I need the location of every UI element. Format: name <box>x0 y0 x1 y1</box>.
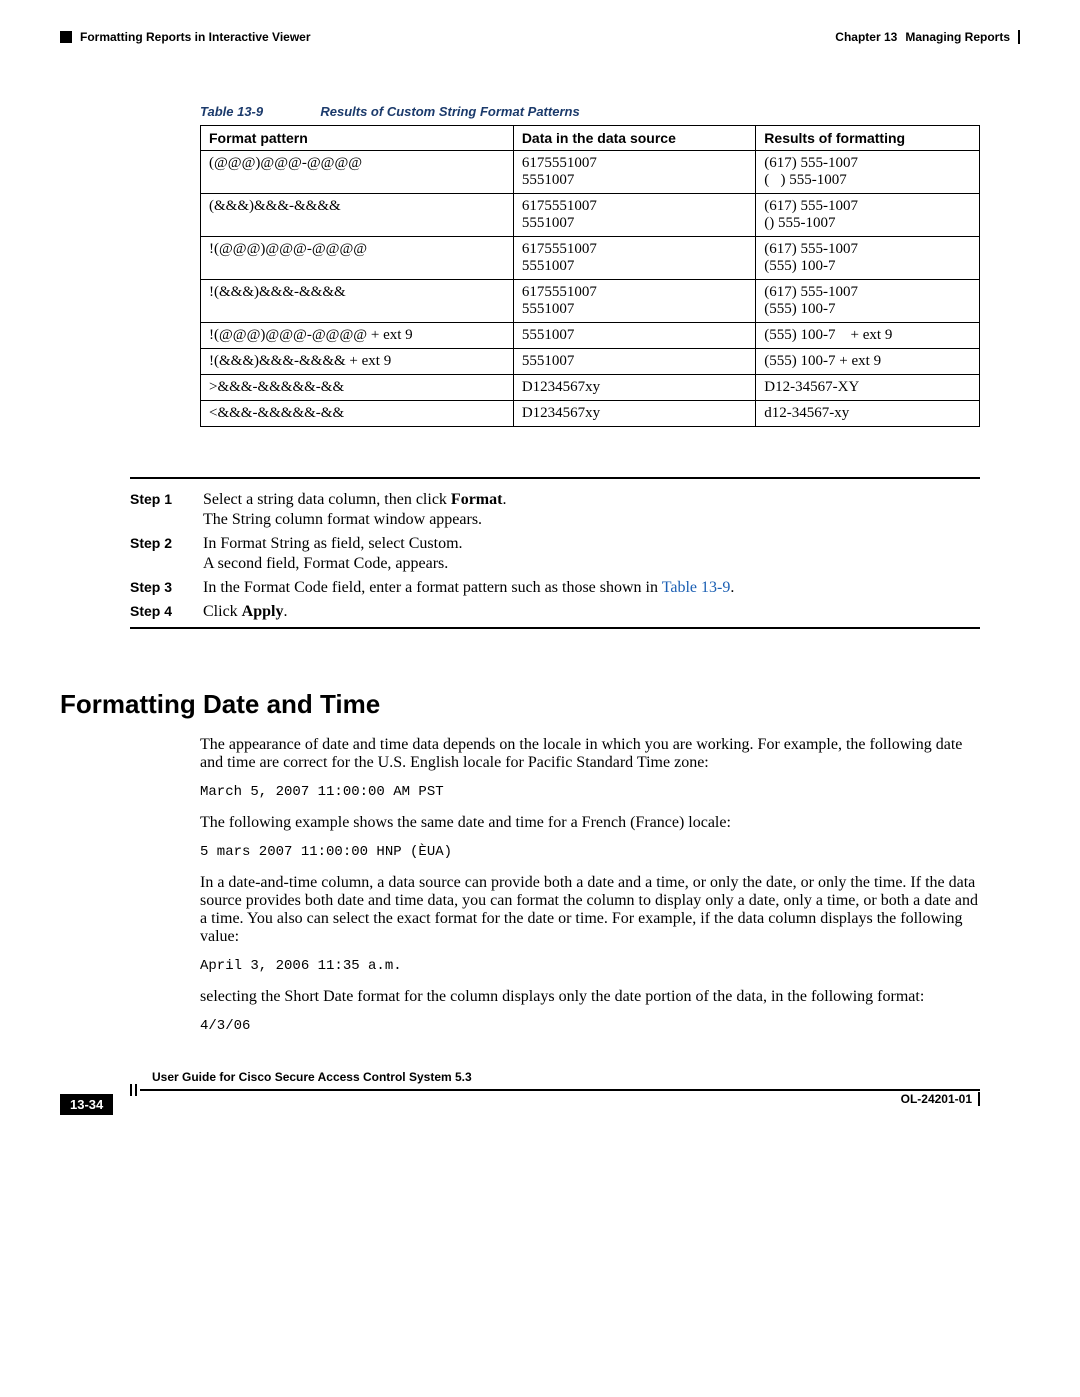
col-header-result: Results of formatting <box>756 126 980 151</box>
cell-pattern: !(@@@)@@@-@@@@ + ext 9 <box>201 323 514 349</box>
step-row: Step 3 In the Format Code field, enter a … <box>130 579 980 597</box>
body-code3: April 3, 2006 11:35 a.m. <box>200 958 980 974</box>
cell-data: 5551007 <box>513 323 755 349</box>
body-p1: The appearance of date and time data dep… <box>200 736 980 772</box>
step-label: Step 4 <box>130 603 185 621</box>
cell-result: D12-34567-XY <box>756 375 980 401</box>
footer-doc-id: OL-24201-01 <box>901 1092 980 1106</box>
footer-divider-icon <box>978 1092 980 1106</box>
step-label: Step 1 <box>130 491 185 529</box>
table-caption-title: Results of Custom String Format Patterns <box>320 104 579 119</box>
steps-block: Step 1 Select a string data column, then … <box>130 477 980 629</box>
step-label: Step 3 <box>130 579 185 597</box>
steps-rule-bottom <box>130 627 980 629</box>
table-row: (@@@)@@@-@@@@6175551007 5551007(617) 555… <box>201 151 980 194</box>
footer-guide-title: User Guide for Cisco Secure Access Contr… <box>148 1070 476 1084</box>
cell-data: D1234567xy <box>513 401 755 427</box>
footer-rule <box>130 1084 980 1096</box>
step-text: Click Apply. <box>203 603 287 621</box>
col-header-data: Data in the data source <box>513 126 755 151</box>
cell-pattern: !(&&&)&&&-&&&& <box>201 280 514 323</box>
table-row: <&&&-&&&&&-&&D1234567xyd12-34567-xy <box>201 401 980 427</box>
body-p3: In a date-and-time column, a data source… <box>200 874 980 946</box>
cell-pattern: (&&&)&&&-&&&& <box>201 194 514 237</box>
cell-result: (555) 100-7 + ext 9 <box>756 349 980 375</box>
cell-result: (555) 100-7 + ext 9 <box>756 323 980 349</box>
table-row: !(&&&)&&&-&&&& + ext 95551007(555) 100-7… <box>201 349 980 375</box>
body-code4: 4/3/06 <box>200 1018 980 1034</box>
section-heading: Formatting Date and Time <box>60 689 1020 720</box>
footer: User Guide for Cisco Secure Access Contr… <box>60 1084 1020 1134</box>
table-row: >&&&-&&&&&-&&D1234567xyD12-34567-XY <box>201 375 980 401</box>
body-p4: selecting the Short Date format for the … <box>200 988 980 1006</box>
header-right: Chapter 13 Managing Reports <box>835 30 1020 44</box>
table-row: !(@@@)@@@-@@@@ + ext 95551007(555) 100-7… <box>201 323 980 349</box>
header-section-title: Formatting Reports in Interactive Viewer <box>80 30 311 44</box>
page: Formatting Reports in Interactive Viewer… <box>0 0 1080 1164</box>
cell-data: 6175551007 5551007 <box>513 151 755 194</box>
step-label: Step 2 <box>130 535 185 573</box>
running-header: Formatting Reports in Interactive Viewer… <box>60 30 1020 44</box>
body-text: The appearance of date and time data dep… <box>200 736 980 1034</box>
step-row: Step 2 In Format String as field, select … <box>130 535 980 573</box>
body-code1: March 5, 2007 11:00:00 AM PST <box>200 784 980 800</box>
cell-data: 6175551007 5551007 <box>513 280 755 323</box>
step-text: Select a string data column, then click … <box>203 491 506 529</box>
cell-result: (617) 555-1007 (555) 100-7 <box>756 280 980 323</box>
header-left: Formatting Reports in Interactive Viewer <box>60 30 311 44</box>
cell-data: 6175551007 5551007 <box>513 194 755 237</box>
cell-data: 5551007 <box>513 349 755 375</box>
table-row: !(@@@)@@@-@@@@6175551007 5551007(617) 55… <box>201 237 980 280</box>
body-code2: 5 mars 2007 11:00:00 HNP (ÈUA) <box>200 844 980 860</box>
cell-result: (617) 555-1007 (555) 100-7 <box>756 237 980 280</box>
table-caption-label: Table 13-9 <box>200 104 263 119</box>
header-chapter-title: Managing Reports <box>905 30 1010 44</box>
format-patterns-table: Format pattern Data in the data source R… <box>200 125 980 427</box>
col-header-pattern: Format pattern <box>201 126 514 151</box>
cell-pattern: (@@@)@@@-@@@@ <box>201 151 514 194</box>
table-row: (&&&)&&&-&&&&6175551007 5551007(617) 555… <box>201 194 980 237</box>
table-container: Table 13-9 Results of Custom String Form… <box>200 104 980 427</box>
table-caption: Table 13-9 Results of Custom String Form… <box>200 104 980 119</box>
body-p2: The following example shows the same dat… <box>200 814 980 832</box>
cell-result: d12-34567-xy <box>756 401 980 427</box>
cell-result: (617) 555-1007 ( ) 555-1007 <box>756 151 980 194</box>
step-text: In the Format Code field, enter a format… <box>203 579 734 597</box>
steps-rule-top <box>130 477 980 479</box>
table-row: !(&&&)&&&-&&&&6175551007 5551007(617) 55… <box>201 280 980 323</box>
header-marker-icon <box>60 31 72 43</box>
cell-data: D1234567xy <box>513 375 755 401</box>
header-chapter-label: Chapter 13 <box>835 30 897 44</box>
cell-result: (617) 555-1007 () 555-1007 <box>756 194 980 237</box>
cell-data: 6175551007 5551007 <box>513 237 755 280</box>
cell-pattern: <&&&-&&&&&-&& <box>201 401 514 427</box>
cell-pattern: >&&&-&&&&&-&& <box>201 375 514 401</box>
step-text: In Format String as field, select Custom… <box>203 535 463 573</box>
header-divider-icon <box>1018 30 1020 44</box>
footer-page-number: 13-34 <box>60 1094 113 1115</box>
footer-doc-id-text: OL-24201-01 <box>901 1092 972 1106</box>
cell-pattern: !(&&&)&&&-&&&& + ext 9 <box>201 349 514 375</box>
step-row: Step 1 Select a string data column, then … <box>130 491 980 529</box>
step-row: Step 4 Click Apply. <box>130 603 980 621</box>
cell-pattern: !(@@@)@@@-@@@@ <box>201 237 514 280</box>
